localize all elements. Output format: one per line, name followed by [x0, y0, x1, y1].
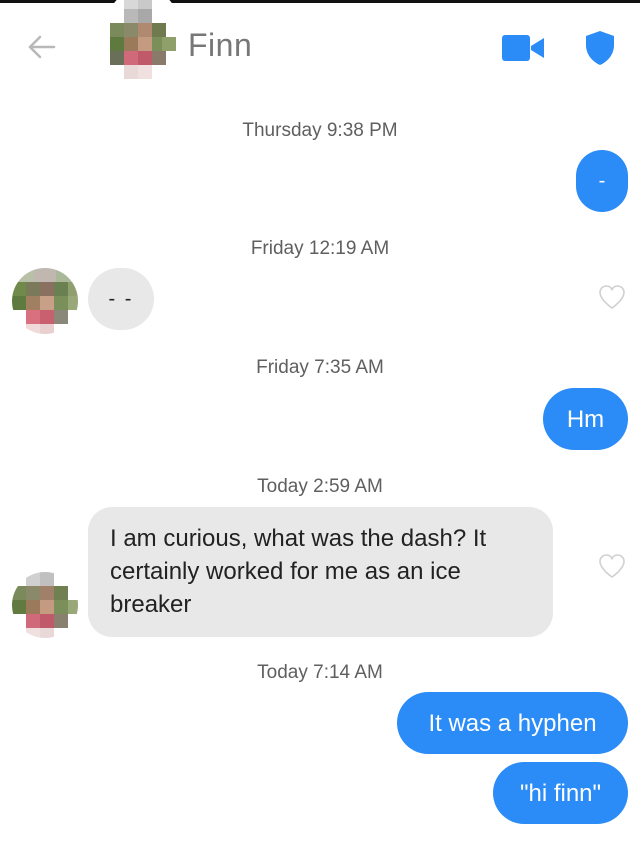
message-text: Hm — [566, 405, 605, 433]
message-text: I am curious, what was the dash? It cert… — [110, 525, 487, 618]
message-text: It was a hyphen — [428, 709, 597, 737]
received-message-bubble[interactable]: - - — [88, 268, 154, 330]
sent-message-bubble[interactable]: - — [576, 150, 628, 212]
timestamp-time: 7:35 AM — [314, 357, 384, 378]
timestamp-day: Friday — [250, 238, 304, 259]
received-message-bubble[interactable]: I am curious, what was the dash? It cert… — [88, 507, 553, 637]
contact-avatar-small[interactable] — [12, 268, 78, 334]
timestamp: Today 2:59 AM — [0, 476, 640, 498]
video-camera-icon — [502, 35, 544, 61]
sent-message-bubble[interactable]: Hm — [543, 388, 628, 450]
timestamp-time: 9:38 PM — [326, 120, 398, 141]
contact-name[interactable]: Finn — [188, 27, 252, 64]
timestamp: Friday 7:35 AM — [0, 357, 640, 379]
timestamp: Today 7:14 AM — [0, 662, 640, 684]
contact-avatar[interactable] — [110, 0, 176, 87]
like-button[interactable] — [597, 283, 627, 311]
sent-message-bubble[interactable]: It was a hyphen — [397, 692, 628, 754]
message-text: - — [598, 169, 606, 192]
timestamp: Friday 12:19 AM — [0, 238, 640, 260]
message-text: "hi finn" — [519, 779, 602, 807]
shield-icon — [586, 31, 614, 65]
sent-message-bubble[interactable]: "hi finn" — [493, 762, 628, 824]
chat-header: Finn — [0, 0, 640, 93]
like-button[interactable] — [597, 552, 627, 580]
timestamp-time: 7:14 AM — [313, 662, 383, 683]
safety-button[interactable] — [584, 29, 616, 67]
timestamp-day: Today — [257, 476, 308, 497]
timestamp-day: Friday — [256, 357, 309, 378]
timestamp-day: Thursday — [242, 120, 322, 141]
contact-avatar-small[interactable] — [12, 572, 78, 638]
heart-icon — [599, 285, 625, 309]
back-button[interactable] — [24, 29, 60, 65]
timestamp: Thursday 9:38 PM — [0, 120, 640, 142]
video-call-button[interactable] — [500, 33, 546, 63]
message-text: - - — [108, 287, 134, 310]
heart-icon — [599, 554, 625, 578]
timestamp-time: 12:19 AM — [308, 238, 390, 259]
timestamp-day: Today — [257, 662, 308, 683]
arrow-left-icon — [28, 35, 56, 59]
timestamp-time: 2:59 AM — [313, 476, 383, 497]
chat-screen: Finn Thursday 9:38 PM - Friday 12:19 AM — [0, 0, 640, 842]
